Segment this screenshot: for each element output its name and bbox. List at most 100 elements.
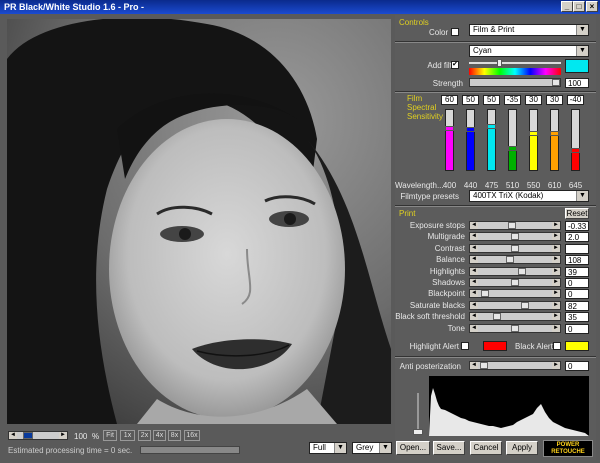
hue-spectrum[interactable] <box>469 68 561 75</box>
print-row-slider[interactable]: ◄ ► <box>469 266 561 276</box>
close-icon[interactable]: × <box>586 1 598 12</box>
spectral-value[interactable]: 50 <box>462 95 479 105</box>
spectral-thumb[interactable] <box>445 126 454 131</box>
spectral-value[interactable]: 60 <box>441 95 458 105</box>
highlight-alert-checkbox[interactable] <box>461 342 469 350</box>
zoom-button[interactable]: 1x <box>120 430 135 441</box>
histogram-level-thumb[interactable] <box>413 429 423 435</box>
print-row-thumb[interactable] <box>493 313 501 321</box>
print-row-thumb[interactable] <box>481 290 489 298</box>
spectral-slider[interactable] <box>571 109 580 171</box>
arrow-right-icon[interactable]: ► <box>552 290 560 298</box>
image-preview[interactable] <box>7 19 391 424</box>
print-row-thumb[interactable] <box>521 301 529 309</box>
save-button[interactable]: Save... <box>433 441 465 455</box>
spectral-value[interactable]: 50 <box>483 95 500 105</box>
spectral-thumb[interactable] <box>508 146 517 151</box>
print-row-thumb[interactable] <box>511 279 519 286</box>
arrow-left-icon[interactable]: ◄ <box>470 324 478 332</box>
add-filter-checkbox[interactable]: ✔ <box>451 61 459 69</box>
chevron-down-icon[interactable]: ▼ <box>576 46 588 56</box>
spectral-thumb[interactable] <box>529 131 538 136</box>
print-row-slider[interactable]: ◄ ► <box>469 255 561 265</box>
print-row-thumb[interactable] <box>511 244 519 252</box>
arrow-right-icon[interactable]: ► <box>552 244 560 252</box>
reset-button[interactable]: Reset <box>565 208 589 219</box>
print-row-value[interactable]: 39 <box>565 266 589 277</box>
chevron-down-icon[interactable]: ▼ <box>334 443 346 453</box>
print-row-slider[interactable]: ◄ ► <box>469 289 561 299</box>
print-row-value[interactable]: 108 <box>565 255 589 266</box>
arrow-left-icon[interactable]: ◄ <box>470 244 478 252</box>
arrow-right-icon[interactable]: ► <box>552 301 560 309</box>
spectral-value[interactable]: -35 <box>504 95 521 105</box>
zoom-thumb[interactable] <box>23 432 33 439</box>
size-select[interactable]: Full ▼ <box>309 442 347 454</box>
highlight-alert-color[interactable] <box>483 341 507 351</box>
spectral-thumb[interactable] <box>571 148 580 153</box>
arrow-right-icon[interactable]: ► <box>552 324 560 332</box>
anti-posterization-slider[interactable]: ◄ ► <box>469 361 561 370</box>
apply-button[interactable]: Apply <box>506 441 538 455</box>
chevron-down-icon[interactable]: ▼ <box>576 25 588 35</box>
arrow-right-icon[interactable]: ► <box>552 222 560 229</box>
arrow-left-icon[interactable]: ◄ <box>470 256 478 264</box>
hue-thumb[interactable] <box>497 59 502 67</box>
arrow-left-icon[interactable]: ◄ <box>9 432 17 439</box>
spectral-slider[interactable] <box>550 109 559 171</box>
arrow-right-icon[interactable]: ► <box>552 233 560 241</box>
print-row-slider[interactable]: ◄ ► <box>469 323 561 333</box>
print-row-value[interactable]: -0.33 <box>565 221 589 231</box>
print-row-slider[interactable]: ◄ ► <box>469 312 561 322</box>
arrow-left-icon[interactable]: ◄ <box>470 267 478 275</box>
maximize-icon[interactable]: □ <box>573 1 585 12</box>
strength-slider[interactable] <box>469 78 561 87</box>
anti-posterization-thumb[interactable] <box>480 362 488 369</box>
filter-select[interactable]: Cyan ▼ <box>469 45 589 57</box>
anti-posterization-value[interactable]: 0 <box>565 361 589 371</box>
print-row-value[interactable]: 35 <box>565 312 589 323</box>
print-row-slider[interactable]: ◄ ► <box>469 243 561 253</box>
print-row-thumb[interactable] <box>508 222 516 229</box>
arrow-right-icon[interactable]: ► <box>552 279 560 286</box>
print-row-slider[interactable]: ◄ ► <box>469 221 561 230</box>
print-row-slider[interactable]: ◄ ► <box>469 300 561 310</box>
print-row-value[interactable]: 2.0 <box>565 232 589 243</box>
black-alert-color[interactable] <box>565 341 589 351</box>
arrow-right-icon[interactable]: ► <box>552 256 560 264</box>
zoom-button[interactable]: 2x <box>138 430 151 441</box>
zoom-button[interactable]: 8x <box>168 430 181 441</box>
chevron-down-icon[interactable]: ▼ <box>379 443 391 453</box>
spectral-slider[interactable] <box>487 109 496 171</box>
print-row-slider[interactable]: ◄ ► <box>469 278 561 287</box>
filmtype-presets-select[interactable]: 400TX TriX (Kodak) ▼ <box>469 190 589 202</box>
cancel-button[interactable]: Cancel <box>470 441 502 455</box>
spectral-slider[interactable] <box>508 109 517 171</box>
print-row-slider[interactable]: ◄ ► <box>469 232 561 242</box>
print-row-value[interactable]: 0 <box>565 278 589 288</box>
arrow-left-icon[interactable]: ◄ <box>470 301 478 309</box>
spectral-slider[interactable] <box>445 109 454 171</box>
black-alert-checkbox[interactable] <box>553 342 561 350</box>
strength-thumb[interactable] <box>552 79 560 86</box>
arrow-left-icon[interactable]: ◄ <box>470 290 478 298</box>
zoom-button[interactable]: 16x <box>184 430 200 441</box>
zoom-button[interactable]: 4x <box>153 430 166 441</box>
print-row-thumb[interactable] <box>511 324 519 332</box>
spectral-slider[interactable] <box>466 109 475 171</box>
color-mode-select[interactable]: Grey ▼ <box>352 442 392 454</box>
arrow-right-icon[interactable]: ► <box>59 432 67 439</box>
color-checkbox[interactable] <box>451 28 459 36</box>
arrow-left-icon[interactable]: ◄ <box>470 313 478 321</box>
spectral-thumb[interactable] <box>550 131 559 136</box>
zoom-slider[interactable]: ◄ ► <box>8 431 68 440</box>
print-row-thumb[interactable] <box>511 233 519 241</box>
mode-select[interactable]: Film & Print ▼ <box>469 24 589 36</box>
chevron-down-icon[interactable]: ▼ <box>576 191 588 201</box>
spectral-thumb[interactable] <box>466 127 475 132</box>
spectral-value[interactable]: 30 <box>546 95 563 105</box>
spectral-thumb[interactable] <box>487 124 496 129</box>
arrow-right-icon[interactable]: ► <box>552 267 560 275</box>
open-button[interactable]: Open... <box>396 441 430 455</box>
print-row-value[interactable] <box>565 243 589 254</box>
